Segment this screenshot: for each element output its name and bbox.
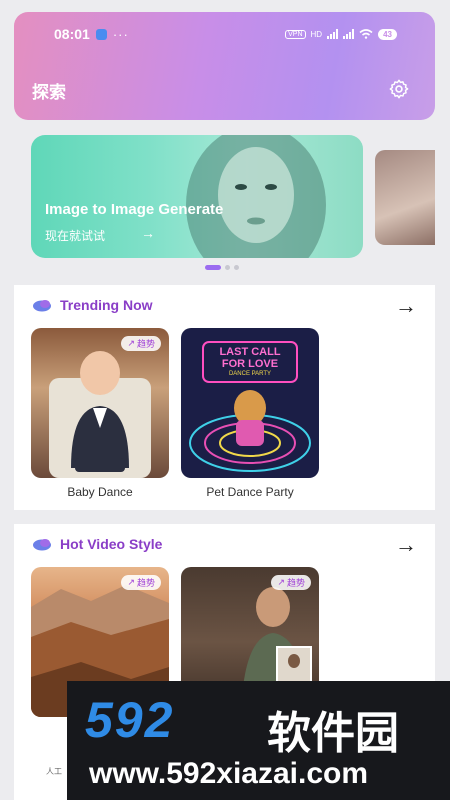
bottom-partial-text: 人工 [46,767,62,776]
carousel-dot[interactable] [234,265,239,270]
section-header: Trending Now [32,297,153,313]
watermark-number: 592 [85,692,175,748]
portrait-image [186,135,326,258]
cloud-logo-icon [33,299,51,311]
cloud-logo-icon [33,538,51,550]
trending-badge: ↗ 趋势 [121,575,161,590]
card-pet-dance-party[interactable]: LAST CALL FOR LOVE DANCE PARTY [181,328,319,478]
carousel-indicator [205,265,239,270]
card-label: Baby Dance [67,485,133,499]
section-trending-now: Trending Now → ↗ 趋势 Baby Dance LAST CALL … [14,285,435,510]
badge-label: 趋势 [286,578,305,588]
hd-icon: HD [310,29,323,39]
badge-label: 趋势 [136,339,155,349]
trending-badge: ↗ 趋势 [271,575,311,590]
carousel-dot-active[interactable] [205,265,221,270]
battery-icon: 43 [378,28,397,40]
trending-badge: ↗ 趋势 [121,336,161,351]
gear-icon[interactable] [388,78,410,100]
status-more-dots: ··· [112,26,129,42]
signal-2-icon [343,29,355,39]
banner-subtitle[interactable]: 现在就试试 [45,227,105,244]
section-title: Trending Now [60,297,153,313]
section-header: Hot Video Style [32,536,162,552]
arrow-right-icon[interactable]: → [141,225,155,241]
carousel-dot[interactable] [225,265,230,270]
poster-line-3: DANCE PARTY [228,371,272,377]
header: 08:01 ··· VPN HD 43 探索 [14,12,435,120]
banner-title: Image to Image Generate [45,201,224,218]
trend-up-icon: ↗ [127,338,135,348]
watermark-url: www.592xiazai.com [89,757,369,790]
status-right-group: VPN HD 43 [285,28,397,40]
poster-line-2: FOR LOVE [221,358,279,370]
banner-next-preview[interactable] [375,150,435,245]
signal-icon [327,29,339,39]
section-title: Hot Video Style [60,536,163,552]
page-title: 探索 [32,83,66,102]
trend-up-icon: ↗ [277,577,285,587]
notification-app-icon [95,28,107,40]
wifi-icon [359,29,373,39]
card-label: Pet Dance Party [206,485,294,499]
banner-image-to-image[interactable]: Image to Image Generate 现在就试试 → [31,135,363,258]
status-time: 08:01 [54,26,90,42]
card-baby-dance[interactable]: ↗ 趋势 [31,328,169,478]
watermark-overlay: 592 软件园 www.592xiazai.com [67,681,450,800]
watermark-brand: 软件园 [267,709,399,758]
arrow-right-icon[interactable]: → [395,293,417,319]
badge-label: 趋势 [136,578,155,588]
status-bar: 08:01 ··· VPN HD 43 [14,12,435,56]
vpn-icon: VPN [285,29,306,39]
arrow-right-icon[interactable]: → [395,532,417,558]
trend-up-icon: ↗ [127,577,135,587]
poster-line-1: LAST CALL [219,346,281,358]
